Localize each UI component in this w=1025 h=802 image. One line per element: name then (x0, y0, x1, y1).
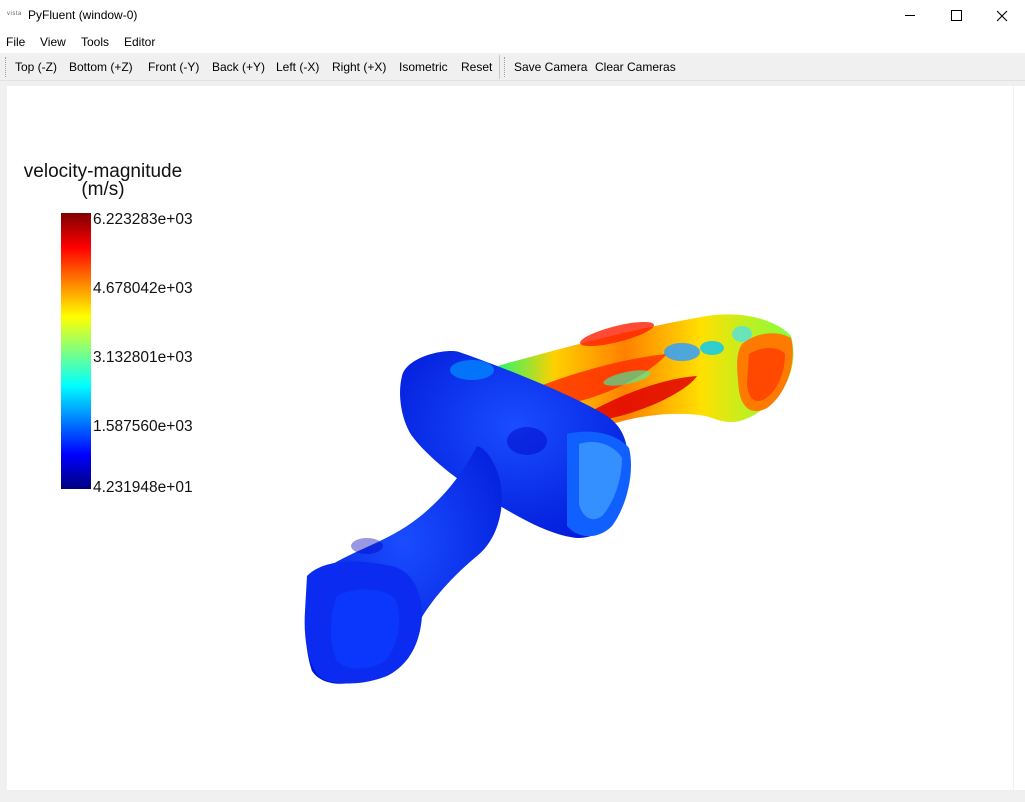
legend-tick-mid: 3.132801e+03 (93, 349, 193, 366)
status-strip (0, 792, 1025, 802)
legend-tick-2: 4.678042e+03 (93, 280, 193, 297)
clear-cameras-button[interactable]: Clear Cameras (595, 60, 676, 74)
window-title: PyFluent (window-0) (28, 8, 138, 22)
close-icon (996, 10, 1008, 21)
view-back-button[interactable]: Back (+Y) (212, 60, 265, 74)
view-isometric-button[interactable]: Isometric (399, 60, 448, 74)
inlet-pipe (304, 446, 502, 684)
legend-tick-4: 1.587560e+03 (93, 418, 193, 435)
view-top-button[interactable]: Top (-Z) (15, 60, 57, 74)
legend-colorbar (61, 213, 91, 489)
close-button[interactable] (979, 0, 1025, 31)
legend-title-units: (m/s) (81, 179, 125, 200)
minimize-icon (905, 15, 915, 16)
view-bottom-button[interactable]: Bottom (+Z) (69, 60, 133, 74)
view-toolbar: Top (-Z) Bottom (+Z) Front (-Y) Back (+Y… (0, 53, 1025, 81)
minimize-button[interactable] (887, 0, 933, 31)
viewport-edge (1014, 86, 1025, 790)
legend-tick-max: 6.223283e+03 (93, 211, 193, 228)
save-camera-button[interactable]: Save Camera (514, 60, 587, 74)
app-logo: vista (7, 11, 22, 17)
menu-file[interactable]: File (6, 35, 25, 49)
toolbar-grip[interactable] (5, 57, 6, 77)
maximize-icon (950, 10, 962, 21)
legend-tick-min: 4.231948e+01 (93, 479, 193, 496)
title-bar: vista PyFluent (window-0) (0, 0, 1025, 31)
legend-title: velocity-magnitude (m/s) (0, 162, 206, 200)
menu-bar: File View Tools Editor (0, 31, 1025, 53)
toolbar-grip-2[interactable] (504, 57, 505, 77)
view-left-button[interactable]: Left (-X) (276, 60, 319, 74)
maximize-button[interactable] (933, 0, 979, 31)
menu-view[interactable]: View (40, 35, 66, 49)
toolbar-separator (499, 55, 500, 79)
menu-tools[interactable]: Tools (81, 35, 109, 49)
view-front-button[interactable]: Front (-Y) (148, 60, 199, 74)
menu-editor[interactable]: Editor (124, 35, 155, 49)
view-right-button[interactable]: Right (+X) (332, 60, 386, 74)
view-reset-button[interactable]: Reset (461, 60, 492, 74)
